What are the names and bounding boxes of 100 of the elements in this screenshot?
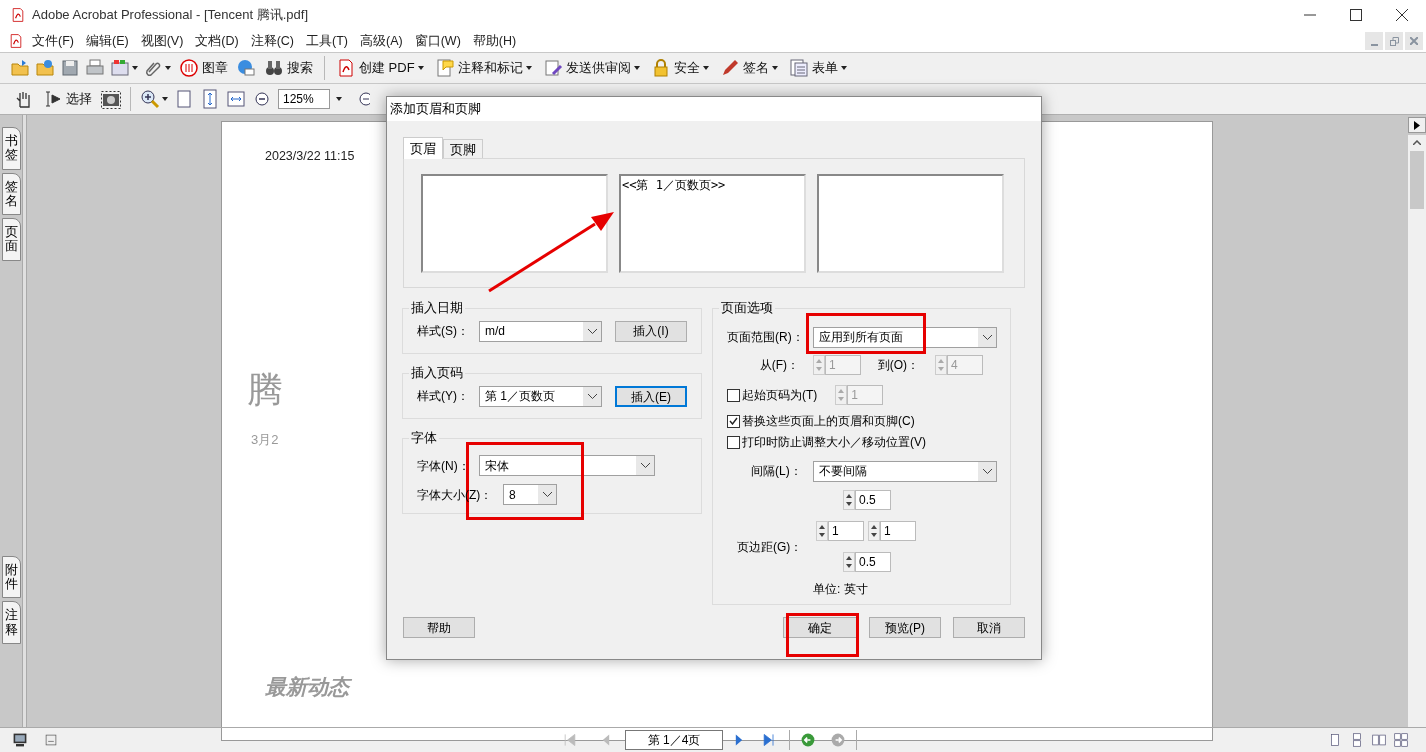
group-legend: 字体 xyxy=(409,430,439,446)
menu-item[interactable]: 帮助(H) xyxy=(466,31,523,51)
menu-item[interactable]: 窗口(W) xyxy=(408,31,467,51)
sign-button[interactable]: 签名 xyxy=(716,55,781,81)
printer-icon[interactable] xyxy=(85,58,105,78)
header-date: 2023/3/22 11:15 xyxy=(265,148,355,165)
fit-width-icon[interactable] xyxy=(226,89,246,109)
zoom-out-icon[interactable] xyxy=(252,89,272,109)
group-legend: 插入页码 xyxy=(409,365,465,381)
spin-arrows-icon[interactable] xyxy=(843,490,855,510)
number-field[interactable]: 1 xyxy=(828,521,864,541)
first-page-icon[interactable] xyxy=(562,732,578,748)
binoculars-icon[interactable] xyxy=(264,58,284,78)
menu-item[interactable]: 注释(C) xyxy=(244,31,301,51)
restore-button[interactable] xyxy=(1385,32,1403,50)
spin-arrows-icon[interactable] xyxy=(868,521,880,541)
group-legend: 页面选项 xyxy=(719,300,775,316)
save-icon[interactable] xyxy=(60,58,80,78)
number-field[interactable]: 0.5 xyxy=(855,552,891,572)
close-icon[interactable] xyxy=(1396,9,1408,21)
search-button[interactable]: 搜索 xyxy=(261,55,316,81)
side-tab[interactable]: 书签 xyxy=(2,127,21,170)
checkbox[interactable] xyxy=(727,388,740,402)
page-number-style-dropdown[interactable]: 第 1／页数页 xyxy=(479,385,602,407)
header-right-box[interactable] xyxy=(817,174,1004,273)
side-tab[interactable]: 注释 xyxy=(2,601,21,644)
last-page-icon[interactable] xyxy=(761,732,777,748)
caret-icon xyxy=(336,97,342,101)
side-tab[interactable]: 签名 xyxy=(2,172,21,216)
review-icon[interactable] xyxy=(542,58,563,78)
security-button[interactable]: 安全 xyxy=(647,55,712,81)
zoom-field[interactable]: 125% xyxy=(278,89,330,109)
page-range-dropdown[interactable]: 应用到所有页面 xyxy=(813,326,997,348)
review-button[interactable]: 发送供审阅 xyxy=(539,55,643,81)
field-label: 页面范围(R)： xyxy=(727,329,805,346)
text-cursor-icon[interactable] xyxy=(43,89,63,109)
help-button[interactable]: 帮助 xyxy=(403,617,475,638)
checkbox[interactable] xyxy=(727,414,740,428)
comment-button[interactable]: 注释和标记 xyxy=(431,55,535,81)
spin-arrows-icon[interactable] xyxy=(816,521,828,541)
tray-icon[interactable] xyxy=(110,58,130,78)
header-center-box[interactable]: <<第 1／页数页>> xyxy=(619,174,806,273)
single-page-icon[interactable] xyxy=(1328,733,1342,747)
stamp-icon[interactable] xyxy=(179,58,199,78)
page-number-field[interactable]: 第 1／4页 xyxy=(625,730,723,750)
fit-height-icon[interactable] xyxy=(200,89,220,109)
preview-button[interactable]: 预览(P) xyxy=(869,617,941,638)
maximize-icon[interactable] xyxy=(1350,9,1362,21)
menu-item[interactable]: 视图(V) xyxy=(134,31,190,51)
spin-arrows-icon[interactable] xyxy=(843,552,855,572)
caret-icon xyxy=(132,66,138,70)
screen-icon[interactable] xyxy=(12,732,28,748)
stamp-button[interactable]: 图章 xyxy=(176,55,231,81)
header-left-box[interactable] xyxy=(421,174,608,273)
globe-mail-icon[interactable] xyxy=(236,58,256,78)
scrollbar[interactable] xyxy=(1408,135,1426,727)
ok-button[interactable]: 确定 xyxy=(783,617,857,638)
date-style-dropdown[interactable]: m/d xyxy=(479,320,602,342)
side-tab[interactable]: 页面 xyxy=(2,218,21,261)
facing-pages-icon[interactable] xyxy=(1372,733,1386,747)
create-pdf-button[interactable]: 创建 PDF xyxy=(333,55,427,81)
form-icon[interactable] xyxy=(788,58,809,78)
zoom-in-icon[interactable] xyxy=(140,89,160,109)
dialog-tab[interactable]: 页眉 xyxy=(403,137,443,159)
page-icon[interactable] xyxy=(174,89,194,109)
continuous-page-icon[interactable] xyxy=(1350,733,1364,747)
menu-item[interactable]: 高级(A) xyxy=(354,31,409,51)
field-label: 页边距(G)： xyxy=(736,538,804,556)
close-button[interactable] xyxy=(1405,32,1423,50)
insert-date-button[interactable]: 插入(I) xyxy=(615,320,687,342)
cancel-button[interactable]: 取消 xyxy=(953,617,1025,638)
document-icon[interactable] xyxy=(8,33,24,49)
grid-pages-icon[interactable] xyxy=(1394,733,1408,747)
dialog-tab[interactable]: 页脚 xyxy=(443,139,483,158)
font-dropdown[interactable]: 宋体 xyxy=(479,455,655,476)
minimize-button[interactable] xyxy=(1365,32,1383,50)
side-tab[interactable]: 附件 xyxy=(2,555,21,599)
insert-page-number-button[interactable]: 插入(E) xyxy=(615,385,687,407)
comment-icon[interactable] xyxy=(434,58,455,78)
dialog-title: 添加页眉和页脚 xyxy=(390,100,481,118)
pdf-icon[interactable] xyxy=(336,58,356,78)
menu-item[interactable]: 文件(F) xyxy=(26,31,80,51)
menu-item[interactable]: 编辑(E) xyxy=(79,31,135,51)
menu-item[interactable]: 工具(T) xyxy=(300,31,354,51)
checkbox[interactable] xyxy=(727,435,740,449)
spacing-dropdown[interactable]: 不要间隔 xyxy=(813,460,997,482)
caret-icon xyxy=(525,66,532,70)
folder-globe-icon[interactable] xyxy=(35,58,55,78)
camera-icon[interactable] xyxy=(101,89,121,109)
window-icon[interactable] xyxy=(44,733,58,747)
select-button[interactable]: 选择 xyxy=(40,86,95,112)
zoom-in-icon[interactable] xyxy=(358,91,370,107)
font-size-dropdown[interactable]: 8 xyxy=(503,484,557,505)
number-field[interactable]: 0.5 xyxy=(855,490,891,510)
scrollbar-thumb[interactable] xyxy=(1410,151,1424,209)
menu-item[interactable]: 文档(D) xyxy=(189,31,245,51)
panel-toggle-button[interactable] xyxy=(1408,117,1426,133)
forms-button[interactable]: 表单 xyxy=(785,55,850,81)
number-field[interactable]: 1 xyxy=(880,521,916,541)
open-folder-icon[interactable] xyxy=(10,58,30,78)
